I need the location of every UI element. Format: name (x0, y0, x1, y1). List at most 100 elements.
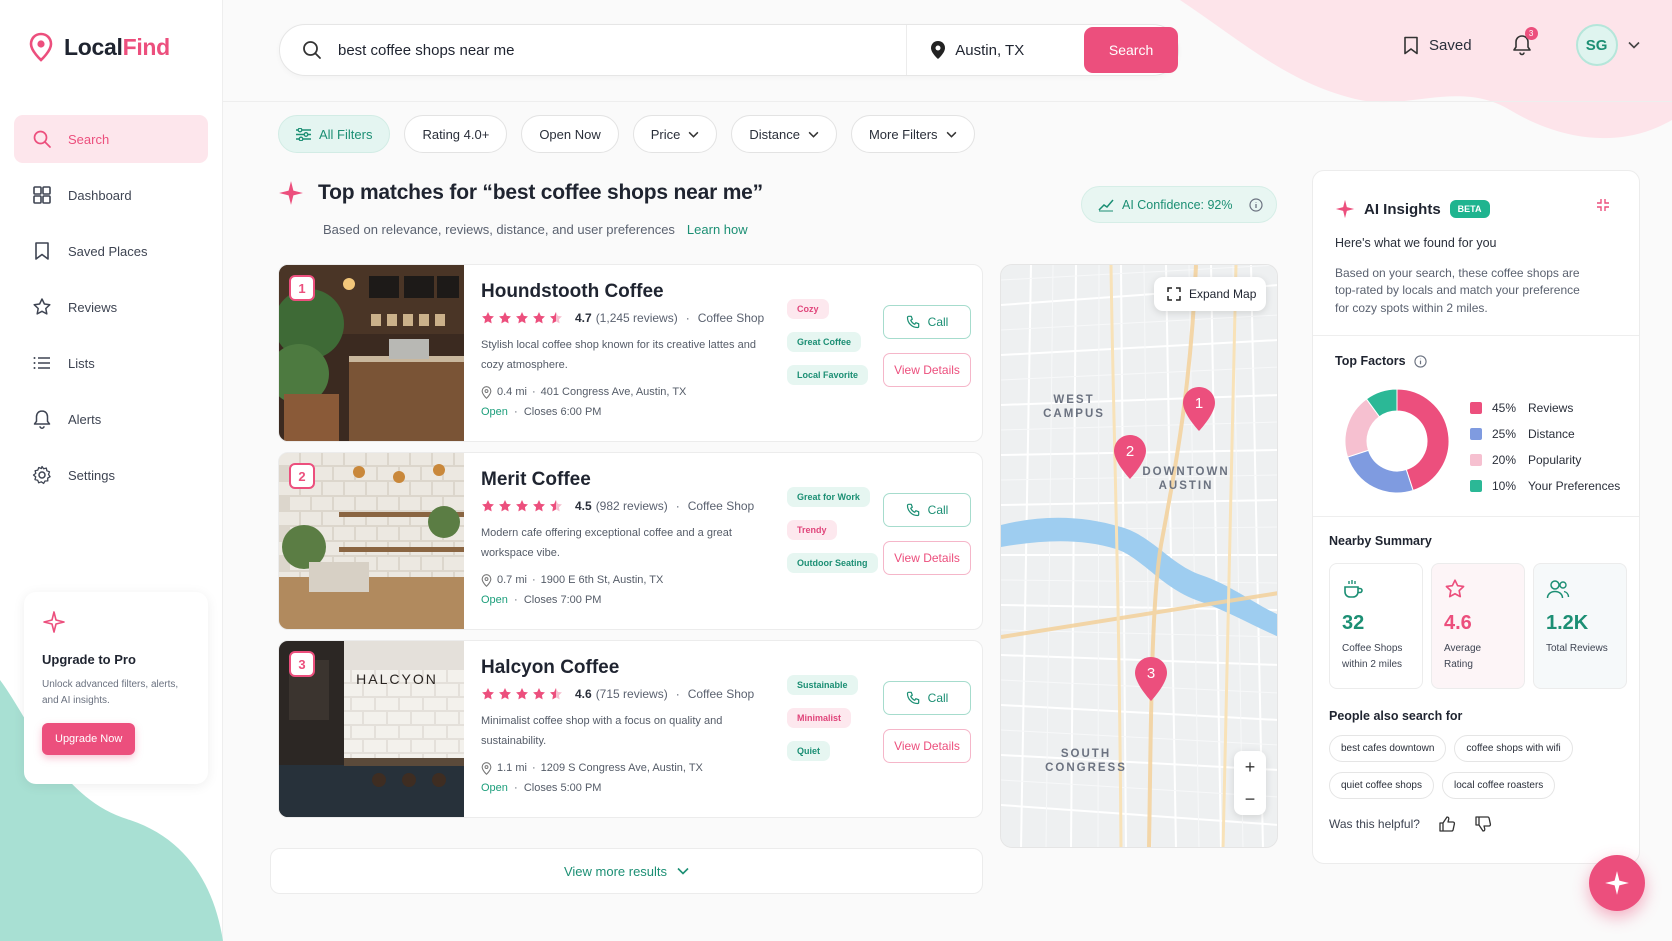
ai-assistant-fab[interactable] (1589, 855, 1645, 911)
zoom-in-button[interactable]: + (1245, 757, 1256, 778)
view-details-button[interactable]: View Details (883, 353, 971, 387)
filter-price[interactable]: Price (632, 115, 718, 153)
result-tag: Cozy (787, 299, 829, 319)
nearby-stat-label: Total Reviews (1546, 641, 1614, 657)
sidebar-nav: Search Dashboard Saved Places Reviews Lists A… (14, 115, 208, 507)
result-tag: Local Favorite (787, 365, 869, 385)
zoom-out-button[interactable]: − (1245, 789, 1256, 810)
result-address-row: 1.1 mi · 1209 S Congress Ave, Austin, TX (481, 761, 781, 775)
result-name[interactable]: Halcyon Coffee (481, 657, 781, 679)
sidebar-item-lists[interactable]: Lists (14, 339, 208, 387)
view-details-button[interactable]: View Details (883, 729, 971, 763)
result-tag: Outdoor Seating (787, 553, 878, 573)
result-description: Stylish local coffee shop known for its … (481, 339, 756, 372)
star-icon (499, 500, 511, 512)
location-field[interactable]: Austin, TX (907, 41, 1084, 59)
avatar[interactable]: SG (1575, 24, 1618, 66)
thumbs-up-icon[interactable] (1438, 815, 1456, 833)
star-icon (1445, 579, 1465, 598)
chevron-down-icon (688, 131, 699, 138)
related-search-pill[interactable]: local coffee roasters (1442, 772, 1556, 799)
legend-row: 10% Your Preferences (1470, 473, 1620, 499)
info-icon[interactable] (1413, 354, 1427, 368)
call-label: Call (927, 691, 949, 705)
thumbs-down-icon[interactable] (1474, 815, 1492, 833)
sidebar-item-label: Saved Places (68, 243, 148, 259)
learn-how-link[interactable]: Learn how (687, 222, 748, 237)
star-icon (533, 312, 545, 324)
sidebar-item-settings[interactable]: Settings (14, 451, 208, 499)
ai-insights-description: Based on your search, these coffee shops… (1335, 266, 1580, 315)
filter-label: More Filters (868, 126, 938, 142)
result-rank-badge: 1 (289, 275, 315, 301)
filter-rating-4-0[interactable]: Rating 4.0+ (404, 115, 508, 153)
expand-map-button[interactable]: Expand Map (1154, 277, 1266, 311)
related-search-pill[interactable]: best cafes downtown (1329, 735, 1447, 762)
map-pin-2[interactable]: 2 (1112, 433, 1148, 481)
filter-all-filters[interactable]: All Filters (278, 115, 391, 153)
info-icon[interactable] (1248, 197, 1263, 212)
result-card[interactable]: 2 Merit Coffee 4.5 (982 reviews) · Coffee Sho… (278, 452, 983, 630)
legend-label: Reviews (1528, 401, 1574, 415)
top-bar: best coffee shops near me Austin, TX Sea… (223, 0, 1672, 102)
chevron-down-icon (808, 131, 819, 138)
map-pin-3[interactable]: 3 (1133, 655, 1169, 703)
filter-open-now[interactable]: Open Now (521, 115, 619, 153)
location-pin-icon (481, 761, 492, 775)
result-address: 1900 E 6th St, Austin, TX (540, 574, 664, 587)
result-card[interactable]: 1 Houndstooth Coffee 4.7 (1,245 reviews) · Co… (278, 264, 983, 442)
related-search-pill[interactable]: coffee shops with wifi (1454, 735, 1573, 762)
open-status: Open (481, 405, 508, 418)
view-more-results-button[interactable]: View more results (270, 848, 983, 894)
result-name[interactable]: Houndstooth Coffee (481, 281, 781, 303)
donut-slice-distance (1346, 449, 1414, 494)
app-logo[interactable]: LocalFind (28, 32, 170, 62)
filter-more-filters[interactable]: More Filters (850, 115, 975, 153)
sidebar-item-label: Reviews (68, 299, 118, 315)
filter-label: Open Now (539, 126, 601, 142)
legend-percent: 20% (1492, 453, 1517, 467)
chevron-down-icon[interactable] (1627, 41, 1640, 49)
sidebar-item-dashboard[interactable]: Dashboard (14, 171, 208, 219)
legend-label: Distance (1528, 427, 1575, 441)
result-address: 401 Congress Ave, Austin, TX (540, 386, 687, 399)
notifications-button[interactable]: 3 (1512, 27, 1538, 56)
sliders-icon (296, 127, 311, 141)
list-icon (33, 357, 50, 369)
sidebar-item-search[interactable]: Search (14, 115, 208, 163)
call-button[interactable]: Call (883, 305, 971, 339)
map-label-south-congress: SOUTH CONGRESS (1045, 748, 1127, 775)
sidebar-item-reviews[interactable]: Reviews (14, 283, 208, 331)
collapse-icon[interactable] (1595, 197, 1611, 213)
result-card[interactable]: HALCYON 3 Halcyon Coffee 4.6 (715 reviews) · C… (278, 640, 983, 818)
saved-button[interactable]: Saved (1403, 36, 1472, 55)
star-icon (516, 312, 528, 324)
view-details-button[interactable]: View Details (883, 541, 971, 575)
result-name[interactable]: Merit Coffee (481, 469, 781, 491)
call-button[interactable]: Call (883, 681, 971, 715)
search-button[interactable]: Search (1084, 27, 1179, 73)
result-rating: 4.6 (715 reviews) · Coffee Shop (481, 687, 781, 701)
separator: · (531, 574, 536, 587)
separator: · (531, 386, 536, 399)
nearby-stat-value: 32 (1342, 612, 1365, 634)
result-tag: Sustainable (787, 675, 858, 695)
sidebar-item-label: Alerts (68, 411, 102, 427)
search-query-field[interactable]: best coffee shops near me (280, 25, 908, 75)
filter-distance[interactable]: Distance (731, 115, 837, 153)
related-search-pill[interactable]: quiet coffee shops (1329, 772, 1434, 799)
call-button[interactable]: Call (883, 493, 971, 527)
search-input[interactable]: best coffee shops near me (338, 42, 515, 59)
map-pin-3-label: 3 (1147, 665, 1155, 682)
star-icon (482, 500, 494, 512)
phone-icon (906, 503, 919, 517)
map-pin-1[interactable]: 1 (1181, 385, 1217, 433)
legend-row: 25% Distance (1470, 421, 1620, 447)
sidebar-item-alerts[interactable]: Alerts (14, 395, 208, 443)
sidebar-item-saved-places[interactable]: Saved Places (14, 227, 208, 275)
review-count: (982 reviews) (595, 499, 668, 513)
location-input[interactable]: Austin, TX (955, 42, 1024, 59)
nearby-summary-title: Nearby Summary (1329, 534, 1432, 548)
rating-value: 4.7 (575, 311, 592, 325)
upgrade-now-button[interactable]: Upgrade Now (42, 723, 136, 755)
